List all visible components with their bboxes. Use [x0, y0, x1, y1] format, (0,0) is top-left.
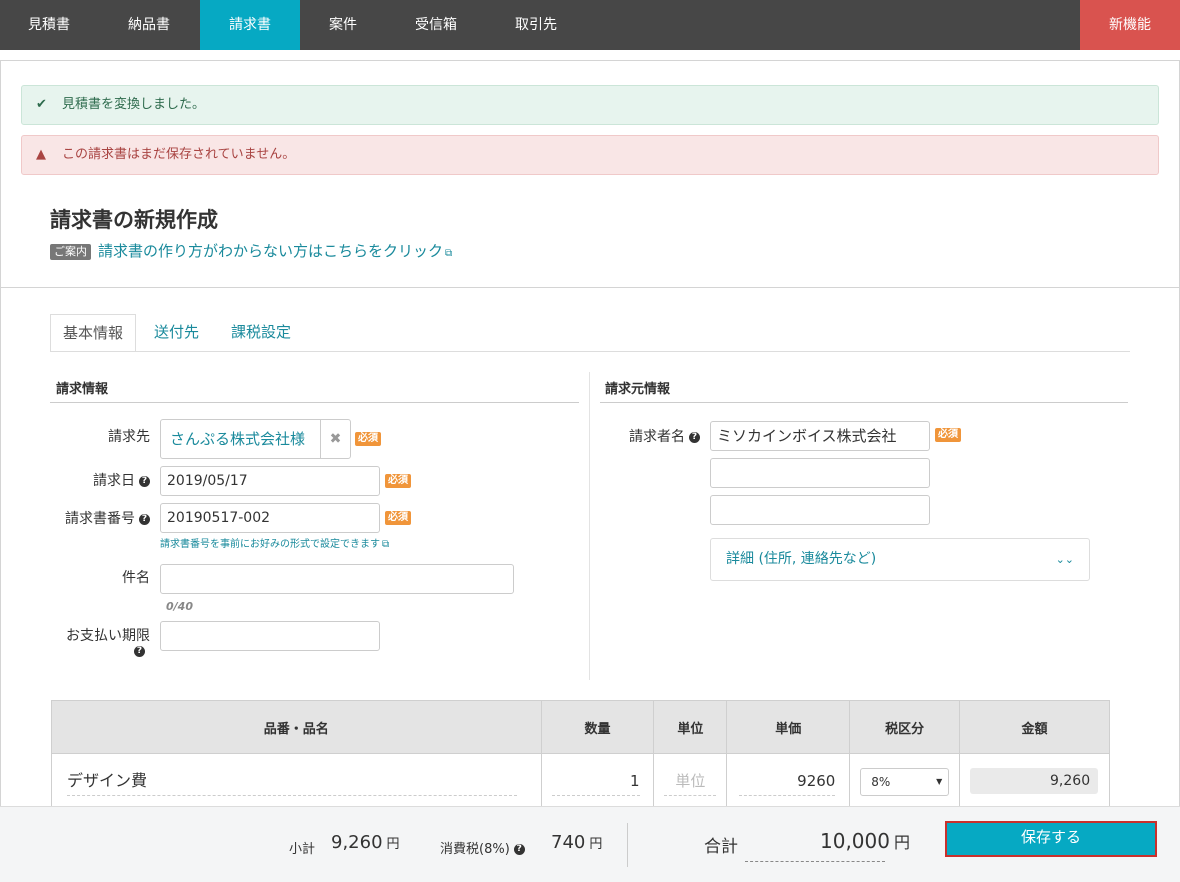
date-label: 請求日?: [60, 470, 150, 490]
unit-price-input[interactable]: 9260: [739, 766, 836, 796]
tabs-underline: [50, 351, 1130, 352]
issuer-line3-input[interactable]: [710, 495, 930, 525]
subject-counter: 0/40: [166, 600, 193, 613]
issuer-name-input[interactable]: ミソカインボイス株式会社: [710, 421, 930, 451]
external-link-icon: ⧉: [382, 539, 390, 550]
save-button[interactable]: 保存する: [945, 821, 1157, 857]
guide-link-text[interactable]: 請求書の作り方がわからない方はこちらをクリック: [98, 242, 443, 260]
page-title: 請求書の新規作成: [50, 208, 218, 232]
required-badge: 必須: [935, 428, 961, 442]
tax-amount: 740 円: [551, 832, 602, 853]
guide-link[interactable]: 請求書の作り方がわからない方はこちらをクリック ⧉: [98, 240, 452, 261]
issuer-details-toggle[interactable]: 詳細 (住所, 連絡先など) ⌄⌄: [710, 538, 1090, 581]
header-divider: [0, 287, 1180, 288]
number-label: 請求書番号?: [40, 508, 150, 528]
warning-icon: ▲: [36, 147, 46, 162]
nav-delivery-notes[interactable]: 納品書: [98, 0, 200, 50]
check-icon: ✔: [36, 97, 47, 112]
col-unit: 単位: [653, 700, 728, 754]
details-label[interactable]: 詳細 (住所, 連絡先など): [726, 551, 876, 567]
yen-unit: 円: [589, 837, 603, 852]
item-name-input[interactable]: デザイン費: [67, 766, 517, 796]
number-hint-link[interactable]: 請求書番号を事前にお好みの形式で設定できます ⧉: [160, 535, 389, 550]
client-label: 請求先: [108, 429, 150, 445]
unit-input[interactable]: 単位: [664, 766, 717, 796]
table-row: デザイン費 1 単位 9260 8% ▼ 9,260: [51, 753, 1110, 806]
col-tax-type: 税区分: [849, 700, 961, 754]
issuer-line2-input[interactable]: [710, 458, 930, 488]
total-underline: [745, 861, 885, 862]
guide-badge: ご案内: [50, 244, 91, 260]
success-alert: ✔ 見積書を変換しました。: [21, 85, 1159, 125]
due-label: お支払い期限: [66, 628, 150, 644]
issuer-name-label-text: 請求者名: [629, 429, 685, 445]
issuer-info-heading: 請求元情報: [605, 382, 671, 397]
success-message: 見積書を変換しました。: [62, 97, 206, 112]
top-nav: 見積書 納品書 請求書 案件 受信箱 取引先 新機能: [0, 0, 1180, 50]
tab-recipient[interactable]: 送付先: [142, 314, 211, 352]
col-quantity: 数量: [540, 700, 655, 754]
chevron-double-down-icon: ⌄⌄: [1055, 553, 1074, 566]
nav-projects[interactable]: 案件: [300, 0, 386, 50]
quantity-input[interactable]: 1: [551, 766, 640, 796]
help-icon[interactable]: ?: [513, 844, 525, 855]
total-label: 合計: [704, 837, 738, 857]
amount-value: 9,260: [970, 768, 1099, 794]
tax-label-text: 消費税(8%): [440, 842, 510, 857]
subtotal-amount: 9,260 円: [331, 832, 400, 853]
number-label-text: 請求書番号: [65, 511, 135, 527]
invoice-info-heading: 請求情報: [56, 382, 109, 397]
nav-invoices[interactable]: 請求書: [200, 0, 300, 50]
due-date-input[interactable]: [160, 621, 380, 651]
client-name[interactable]: さんぷる株式会社様: [170, 420, 305, 458]
nav-inbox[interactable]: 受信箱: [386, 0, 486, 50]
help-icon[interactable]: ?: [689, 432, 700, 443]
date-label-text: 請求日: [93, 473, 135, 489]
nav-clients[interactable]: 取引先: [486, 0, 586, 50]
total-amount: 10,000 円: [820, 829, 910, 853]
tax-type-value: 8%: [871, 775, 891, 789]
tab-tax-settings[interactable]: 課税設定: [219, 314, 303, 352]
external-link-icon: ⧉: [445, 248, 453, 259]
required-badge: 必須: [355, 432, 381, 446]
warning-alert: ▲ この請求書はまだ保存されていません。: [21, 135, 1159, 175]
subject-label: 件名: [122, 570, 150, 586]
subtotal-value: 9,260: [331, 832, 383, 853]
footer-divider: [627, 823, 628, 867]
issuer-info-line: [600, 402, 1128, 403]
help-icon[interactable]: ?: [134, 646, 145, 657]
col-amount: 金額: [959, 700, 1110, 754]
subtotal-label: 小計: [289, 842, 316, 857]
col-unit-price: 単価: [726, 700, 851, 754]
warning-message: この請求書はまだ保存されていません。: [62, 147, 296, 162]
help-icon[interactable]: ?: [139, 514, 150, 525]
new-features-button[interactable]: 新機能: [1080, 0, 1180, 50]
number-hint-text[interactable]: 請求書番号を事前にお好みの形式で設定できます: [160, 539, 380, 550]
tax-type-select[interactable]: 8% ▼: [860, 768, 950, 796]
tax-label: 消費税(8%)?: [440, 838, 525, 857]
help-icon[interactable]: ?: [139, 476, 150, 487]
clear-client-icon[interactable]: ✖: [320, 420, 350, 458]
required-badge: 必須: [385, 511, 411, 525]
required-badge: 必須: [385, 474, 411, 488]
items-table: 品番・品名 数量 単位 単価 税区分 金額 デザイン費 1 単位 9260 8%…: [51, 700, 1110, 806]
yen-unit: 円: [386, 837, 400, 852]
tab-basic-info[interactable]: 基本情報: [50, 314, 137, 352]
invoice-info-line: [50, 402, 579, 403]
total-value: 10,000: [820, 829, 890, 853]
yen-unit: 円: [893, 833, 910, 852]
caret-down-icon: ▼: [936, 777, 943, 786]
nav-estimates[interactable]: 見積書: [0, 0, 98, 50]
subject-input[interactable]: [160, 564, 514, 594]
invoice-date-input[interactable]: 2019/05/17: [160, 466, 380, 496]
column-divider: [589, 372, 590, 680]
issuer-name-label: 請求者名?: [600, 426, 700, 446]
client-selector[interactable]: さんぷる株式会社様 ✖: [160, 419, 351, 459]
col-item-name: 品番・品名: [51, 700, 542, 754]
tax-value: 740: [551, 832, 586, 853]
invoice-number-input[interactable]: 20190517-002: [160, 503, 380, 533]
